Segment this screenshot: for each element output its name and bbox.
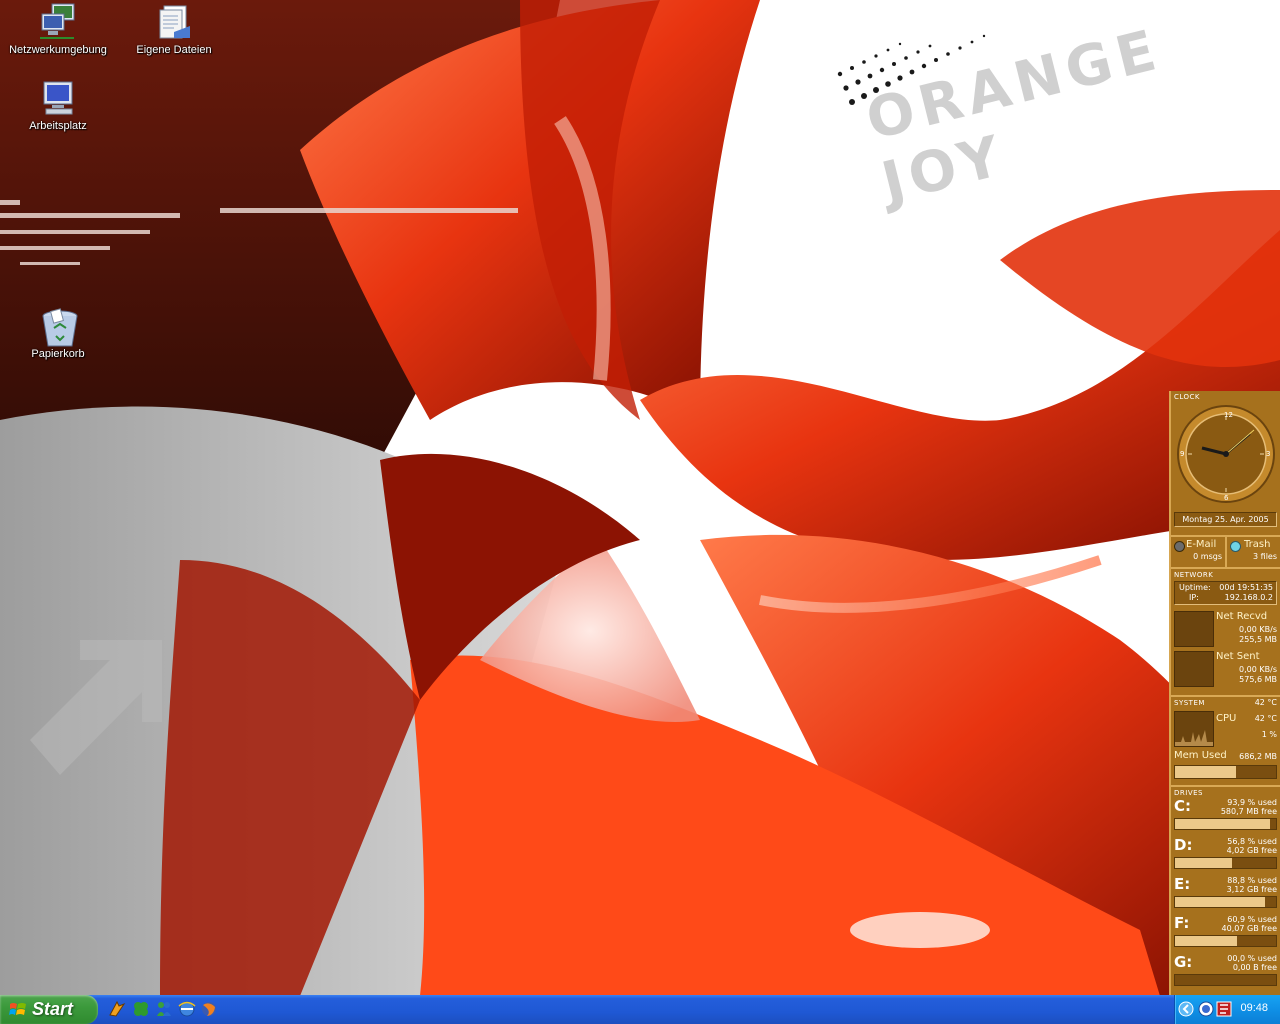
uptime-value: 00d 19:51:35: [1219, 583, 1273, 592]
my-computer-icon: [38, 78, 78, 118]
desktop-icon-label: Arbeitsplatz: [29, 120, 87, 132]
messenger-icon[interactable]: [155, 1000, 173, 1018]
drive-usage-bar: [1174, 974, 1277, 986]
drive-letter: F:: [1174, 914, 1190, 932]
network-section-title: NETWORK: [1174, 571, 1214, 579]
email-label: E-Mail: [1186, 539, 1217, 550]
drive-used: 00,0 % used: [1227, 954, 1277, 963]
system-tray: 09:48: [1174, 995, 1280, 1024]
drive-used: 56,8 % used: [1227, 837, 1277, 846]
ip-value: 192.168.0.2: [1224, 593, 1273, 602]
clock-section-title: CLOCK: [1174, 393, 1201, 401]
my-documents-icon: [154, 2, 194, 42]
mem-value: 686,2 MB: [1239, 752, 1277, 761]
trash-led-icon: [1230, 541, 1241, 552]
drive-info: 56,8 % used 4,02 GB free: [1227, 837, 1277, 855]
mem-label: Mem Used: [1174, 750, 1227, 761]
net-recvd-label: Net Recvd: [1216, 611, 1268, 622]
clock-mark-3: 3: [1266, 450, 1271, 458]
drive-free: 0,00 B free: [1232, 963, 1277, 972]
drive-usage-fill: [1175, 936, 1237, 946]
trash-count: 3 files: [1253, 552, 1277, 561]
drive-used: 93,9 % used: [1227, 798, 1277, 807]
clock-mark-6: 6: [1224, 494, 1229, 502]
net-sent-total: 575,6 MB: [1239, 675, 1277, 684]
network-tray-icon[interactable]: [1198, 1001, 1214, 1017]
clock-date: Montag 25. Apr. 2005: [1174, 512, 1277, 527]
winamp-icon[interactable]: [108, 1000, 126, 1018]
net-recvd-graph: [1174, 611, 1214, 647]
ip-label: IP:: [1189, 593, 1199, 602]
clock-mark-9: 9: [1180, 450, 1185, 458]
uptime-label: Uptime:: [1179, 583, 1211, 592]
drive-used: 88,8 % used: [1227, 876, 1277, 885]
drive-info: 88,8 % used 3,12 GB free: [1227, 876, 1277, 894]
chevron-left-icon[interactable]: [1178, 1001, 1194, 1017]
net-sent-graph: [1174, 651, 1214, 687]
net-sent-rate: 0,00 KB/s: [1239, 665, 1277, 674]
drive-free: 40,07 GB free: [1221, 924, 1277, 933]
desktop-icon-my-computer[interactable]: Arbeitsplatz: [8, 78, 108, 132]
drive-info: 60,9 % used 40,07 GB free: [1222, 915, 1277, 933]
drive-letter: C:: [1174, 797, 1192, 815]
drive-letter: D:: [1174, 836, 1193, 854]
system-section: SYSTEM 42 °C CPU 42 °C 1 % Mem Used 686,…: [1171, 697, 1280, 787]
drive-usage-fill: [1175, 858, 1233, 868]
net-recvd-rate: 0,00 KB/s: [1239, 625, 1277, 634]
start-button[interactable]: Start: [0, 995, 98, 1024]
desktop-wallpaper: ORANGE JOY: [0, 0, 1280, 996]
mail-trash-section: E-Mail 0 msgs Trash 3 files: [1171, 537, 1280, 569]
drive-usage-bar: [1174, 857, 1277, 869]
trash-widget[interactable]: Trash 3 files: [1227, 537, 1280, 567]
system-temp: 42 °C: [1254, 698, 1277, 707]
drive-free: 580,7 MB free: [1220, 807, 1277, 816]
clock-section: CLOCK 12 3 6 9 Montag 25. Apr. 2005: [1171, 391, 1280, 537]
network-places-icon: [38, 2, 78, 42]
mem-bar: [1174, 765, 1277, 779]
net-recvd-total: 255,5 MB: [1239, 635, 1277, 644]
drive-info: 93,9 % used 580,7 MB free: [1221, 798, 1277, 816]
network-info-box: Uptime: 00d 19:51:35 IP: 192.168.0.2: [1174, 581, 1277, 605]
cpu-load: 1 %: [1261, 730, 1277, 739]
drive-letter: E:: [1174, 875, 1191, 893]
cpu-temp: 42 °C: [1254, 714, 1277, 723]
desktop-icon-label: Netzwerkumgebung: [9, 44, 107, 56]
trash-label: Trash: [1244, 539, 1271, 550]
desktop-icon-recycle-bin[interactable]: Papierkorb: [8, 306, 108, 360]
windows-logo-icon: [9, 1001, 27, 1019]
drive-free: 4,02 GB free: [1226, 846, 1277, 855]
taskbar-clock[interactable]: 09:48: [1240, 1002, 1268, 1014]
drive-free: 3,12 GB free: [1226, 885, 1277, 894]
email-count: 0 msgs: [1193, 552, 1222, 561]
cpu-label: CPU: [1216, 713, 1237, 724]
drive-usage-bar: [1174, 818, 1277, 830]
clock-mark-12: 12: [1224, 411, 1233, 419]
drive-usage-fill: [1175, 897, 1265, 907]
drive-usage-bar: [1174, 935, 1277, 947]
mail-led-icon: [1174, 541, 1185, 552]
desktop-icon-network[interactable]: Netzwerkumgebung: [8, 2, 108, 56]
desktop-icon-label: Eigene Dateien: [136, 44, 212, 56]
network-section: NETWORK Uptime: 00d 19:51:35 IP: 192.168…: [1171, 569, 1280, 697]
drive-info: 00,0 % used 0,00 B free: [1227, 954, 1277, 972]
desktop-icon-my-documents[interactable]: Eigene Dateien: [124, 2, 224, 56]
system-monitor-panel: CLOCK 12 3 6 9 Montag 25. Apr. 2005 E-Ma…: [1169, 391, 1280, 995]
drive-letter: G:: [1174, 953, 1193, 971]
taskbar: Start 09:48: [0, 995, 1280, 1024]
firefox-icon[interactable]: [200, 1000, 218, 1018]
samurize-tray-icon[interactable]: [1216, 1001, 1232, 1017]
mem-bar-fill: [1175, 766, 1236, 778]
cpu-graph: [1174, 711, 1214, 747]
net-sent-label: Net Sent: [1216, 651, 1260, 662]
recycle-bin-icon: [38, 306, 78, 347]
start-label: Start: [32, 999, 74, 1019]
drive-usage-bar: [1174, 896, 1277, 908]
email-widget[interactable]: E-Mail 0 msgs: [1171, 537, 1227, 567]
ie-icon[interactable]: [178, 1000, 196, 1018]
drives-section: DRIVES C: 93,9 % used 580,7 MB free D: 56,8 …: [1171, 787, 1280, 999]
clover-icon[interactable]: [132, 1000, 150, 1018]
drive-usage-fill: [1175, 819, 1270, 829]
drive-used: 60,9 % used: [1227, 915, 1277, 924]
